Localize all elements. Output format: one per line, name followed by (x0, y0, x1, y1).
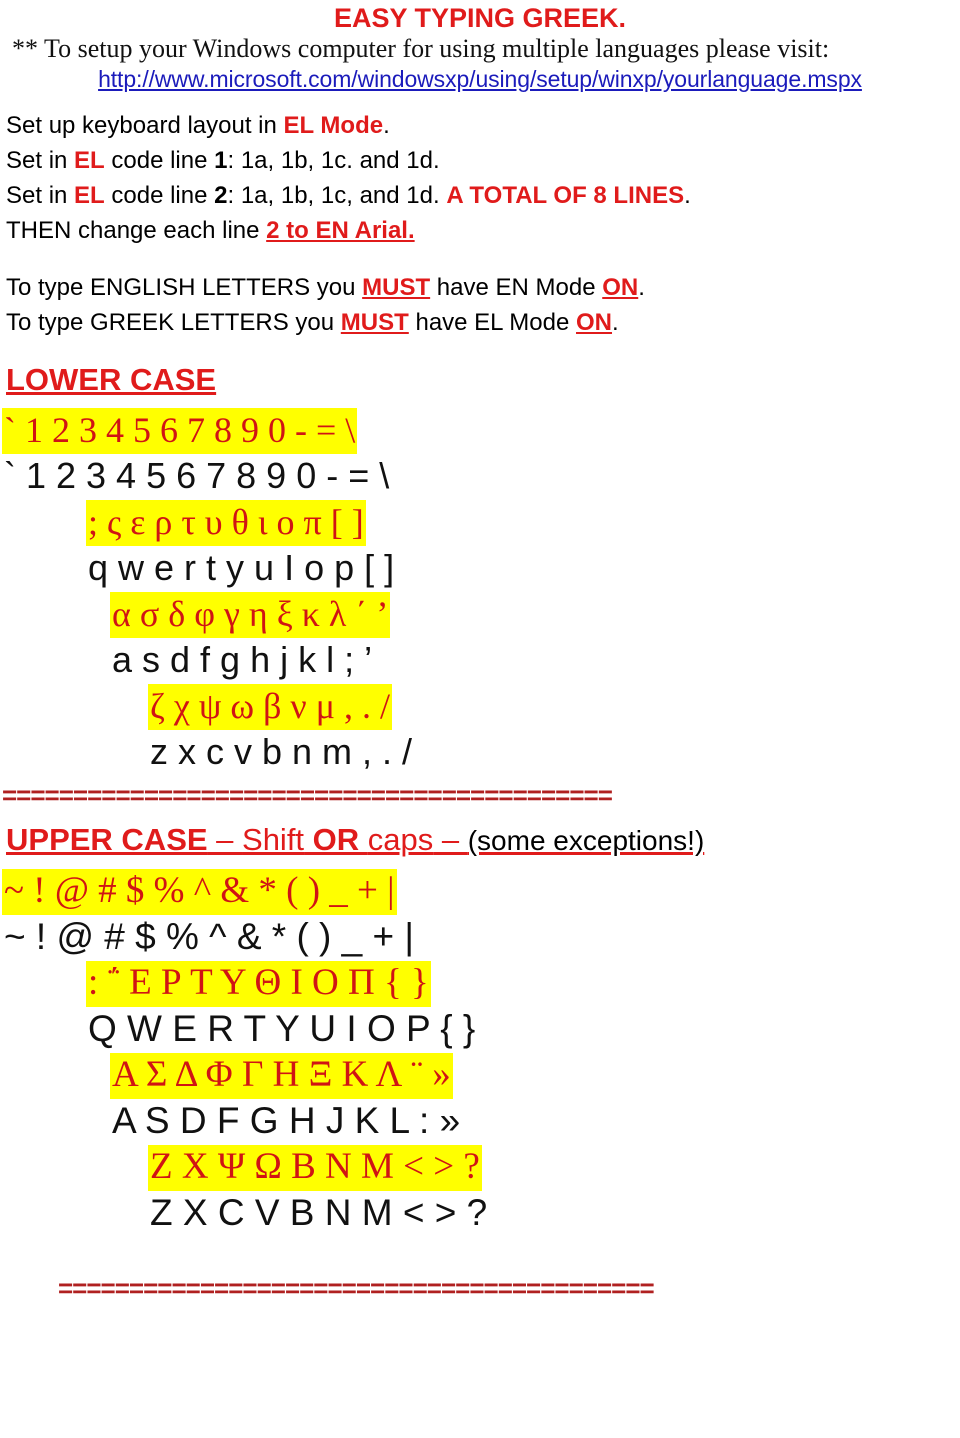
greek-keys: Α Σ Δ Φ Γ Η Ξ Κ Λ ¨ » (110, 1053, 453, 1099)
instr2-el: EL (74, 147, 105, 174)
instr3-text-e: : 1a, 1b, 1c, and 1d. (227, 182, 447, 209)
upper-case-heading: UPPER CASE – Shift OR caps – (some excep… (0, 820, 960, 861)
keyboard-row-english: ~ ! @ # $ % ^ & * ( ) _ + | (0, 915, 960, 959)
instruction-line-2: Set in EL code line 1: 1a, 1b, 1c. and 1… (0, 143, 960, 178)
keyboard-row-english: Q W E R T Y U I O P { } (0, 1007, 960, 1051)
instr2-text-e: : 1a, 1b, 1c. and 1d. (227, 147, 440, 174)
greek-keys: ; ς ε ρ τ υ θ ι ο π [ ] (86, 500, 366, 546)
instruction-line-5: To type ENGLISH LETTERS you MUST have EN… (0, 270, 960, 305)
english-keys: ` 1 2 3 4 5 6 7 8 9 0 - = \ (4, 455, 390, 496)
keyboard-row-greek: ; ς ε ρ τ υ θ ι ο π [ ] (0, 500, 960, 546)
separator-bottom: ========================================… (58, 1277, 655, 1299)
upper-case-label: UPPER CASE (6, 822, 208, 857)
instruction-line-6: To type GREEK LETTERS you MUST have EL M… (0, 305, 960, 340)
separator-top: ========================================… (2, 784, 613, 806)
instr6-must: MUST (340, 309, 409, 336)
greek-keys: ` 1 2 3 4 5 6 7 8 9 0 - = \ (2, 408, 358, 454)
instr4-text-a: THEN change each line (6, 217, 267, 244)
instr1-text-a: Set up keyboard layout in (6, 112, 284, 139)
english-keys: Z X C V B N M < > ? (150, 1192, 488, 1233)
lower-case-keyboard: ` 1 2 3 4 5 6 7 8 9 0 - = \ ` 1 2 3 4 5 … (0, 408, 960, 774)
lower-case-heading: LOWER CASE (0, 360, 960, 400)
instr3-num: 2 (214, 182, 228, 209)
upper-case-keyboard: ~ ! @ # $ % ^ & * ( ) _ + | ~ ! @ # $ % … (0, 869, 960, 1235)
upper-case-shift: Shift (242, 822, 305, 857)
keyboard-row-greek: Ζ Χ Ψ Ω Β Ν Μ < > ? (0, 1145, 960, 1191)
lower-case-heading-text: LOWER CASE (6, 362, 217, 397)
upper-case-dash-1: – (207, 822, 243, 857)
keyboard-row-pair: ; ς ε ρ τ υ θ ι ο π [ ] q w e r t y u I … (0, 500, 960, 590)
microsoft-setup-link[interactable]: http://www.microsoft.com/windowsxp/using… (0, 64, 960, 94)
keyboard-row-pair: ~ ! @ # $ % ^ & * ( ) _ + | ~ ! @ # $ % … (0, 869, 960, 959)
english-keys: A S D F G H J K L : » (112, 1100, 461, 1141)
instruction-line-1: Set up keyboard layout in EL Mode. (0, 108, 960, 143)
keyboard-row-english: a s d f g h j k l ; ’ (0, 638, 960, 682)
upper-case-or: OR (304, 822, 368, 857)
keyboard-row-english: z x c v b n m , . / (0, 730, 960, 774)
keyboard-row-english: A S D F G H J K L : » (0, 1099, 960, 1143)
keyboard-row-pair: Α Σ Δ Φ Γ Η Ξ Κ Λ ¨ » A S D F G H J K L … (0, 1053, 960, 1143)
keyboard-row-english: Z X C V B N M < > ? (0, 1191, 960, 1235)
instr2-num: 1 (214, 147, 228, 174)
keyboard-row-english: ` 1 2 3 4 5 6 7 8 9 0 - = \ (0, 454, 960, 498)
instr2-text-a: Set in (6, 147, 75, 174)
upper-case-dash-2: – (433, 822, 468, 857)
page-title: EASY TYPING GREEK. (333, 3, 627, 33)
instr5-text-c: have EN Mode (430, 274, 603, 301)
keyboard-row-greek: : ΅ Ε Ρ Τ Υ Θ Ι Ο Π { } (0, 961, 960, 1007)
instr5-on: ON (602, 274, 639, 301)
instr6-on: ON (576, 309, 613, 336)
greek-keys: : ΅ Ε Ρ Τ Υ Θ Ι Ο Π { } (86, 961, 431, 1007)
keyboard-row-english: q w e r t y u I o p [ ] (0, 546, 960, 590)
instr3-el: EL (74, 182, 105, 209)
keyboard-row-greek: ζ χ ψ ω β ν μ , . / (0, 684, 960, 730)
keyboard-row-greek: ~ ! @ # $ % ^ & * ( ) _ + | (0, 869, 960, 915)
instr5-text-e: . (638, 274, 645, 301)
upper-case-caps: caps (367, 822, 434, 857)
instr3-text-c: code line (104, 182, 215, 209)
keyboard-row-pair: ` 1 2 3 4 5 6 7 8 9 0 - = \ ` 1 2 3 4 5 … (0, 408, 960, 498)
instr2-text-c: code line (104, 147, 215, 174)
keyboard-row-pair: ζ χ ψ ω β ν μ , . / z x c v b n m , . / (0, 684, 960, 774)
english-keys: ~ ! @ # $ % ^ & * ( ) _ + | (4, 916, 415, 957)
instr1-text-c: . (383, 112, 390, 139)
instr1-el-mode: EL Mode (283, 112, 384, 139)
greek-keys: ~ ! @ # $ % ^ & * ( ) _ + | (2, 869, 397, 915)
english-keys: z x c v b n m , . / (150, 731, 413, 772)
instr3-text-g: . (684, 182, 691, 209)
english-keys: a s d f g h j k l ; ’ (112, 639, 373, 680)
instruction-line-4: THEN change each line 2 to EN Arial. (0, 213, 960, 248)
keyboard-row-pair: α σ δ φ γ η ξ κ λ ΄ ’ a s d f g h j k l … (0, 592, 960, 682)
instr6-text-a: To type GREEK LETTERS you (6, 309, 341, 336)
greek-keys: α σ δ φ γ η ξ κ λ ΄ ’ (110, 592, 391, 638)
instr6-text-e: . (612, 309, 619, 336)
keyboard-row-pair: : ΅ Ε Ρ Τ Υ Θ Ι Ο Π { } Q W E R T Y U I … (0, 961, 960, 1051)
greek-keys: Ζ Χ Ψ Ω Β Ν Μ < > ? (148, 1145, 482, 1191)
keyboard-row-greek: α σ δ φ γ η ξ κ λ ΄ ’ (0, 592, 960, 638)
instr6-text-c: have EL Mode (408, 309, 577, 336)
instr3-text-a: Set in (6, 182, 75, 209)
keyboard-row-greek: Α Σ Δ Φ Γ Η Ξ Κ Λ ¨ » (0, 1053, 960, 1099)
setup-note: ** To setup your Windows computer for us… (12, 34, 830, 63)
greek-keys: ζ χ ψ ω β ν μ , . / (148, 684, 393, 730)
instr5-text-a: To type ENGLISH LETTERS you (6, 274, 363, 301)
keyboard-row-pair: Ζ Χ Ψ Ω Β Ν Μ < > ? Z X C V B N M < > ? (0, 1145, 960, 1235)
keyboard-row-greek: ` 1 2 3 4 5 6 7 8 9 0 - = \ (0, 408, 960, 454)
instr5-must: MUST (362, 274, 431, 301)
instr4-en-arial: 2 to EN Arial. (266, 217, 415, 244)
instr3-total-lines: A TOTAL OF 8 LINES (446, 182, 685, 209)
document-page: EASY TYPING GREEK. ** To setup your Wind… (0, 0, 960, 1438)
instruction-line-3: Set in EL code line 2: 1a, 1b, 1c, and 1… (0, 178, 960, 213)
english-keys: Q W E R T Y U I O P { } (88, 1008, 476, 1049)
english-keys: q w e r t y u I o p [ ] (88, 547, 395, 588)
upper-case-exceptions-note: (some exceptions!) (467, 825, 705, 856)
